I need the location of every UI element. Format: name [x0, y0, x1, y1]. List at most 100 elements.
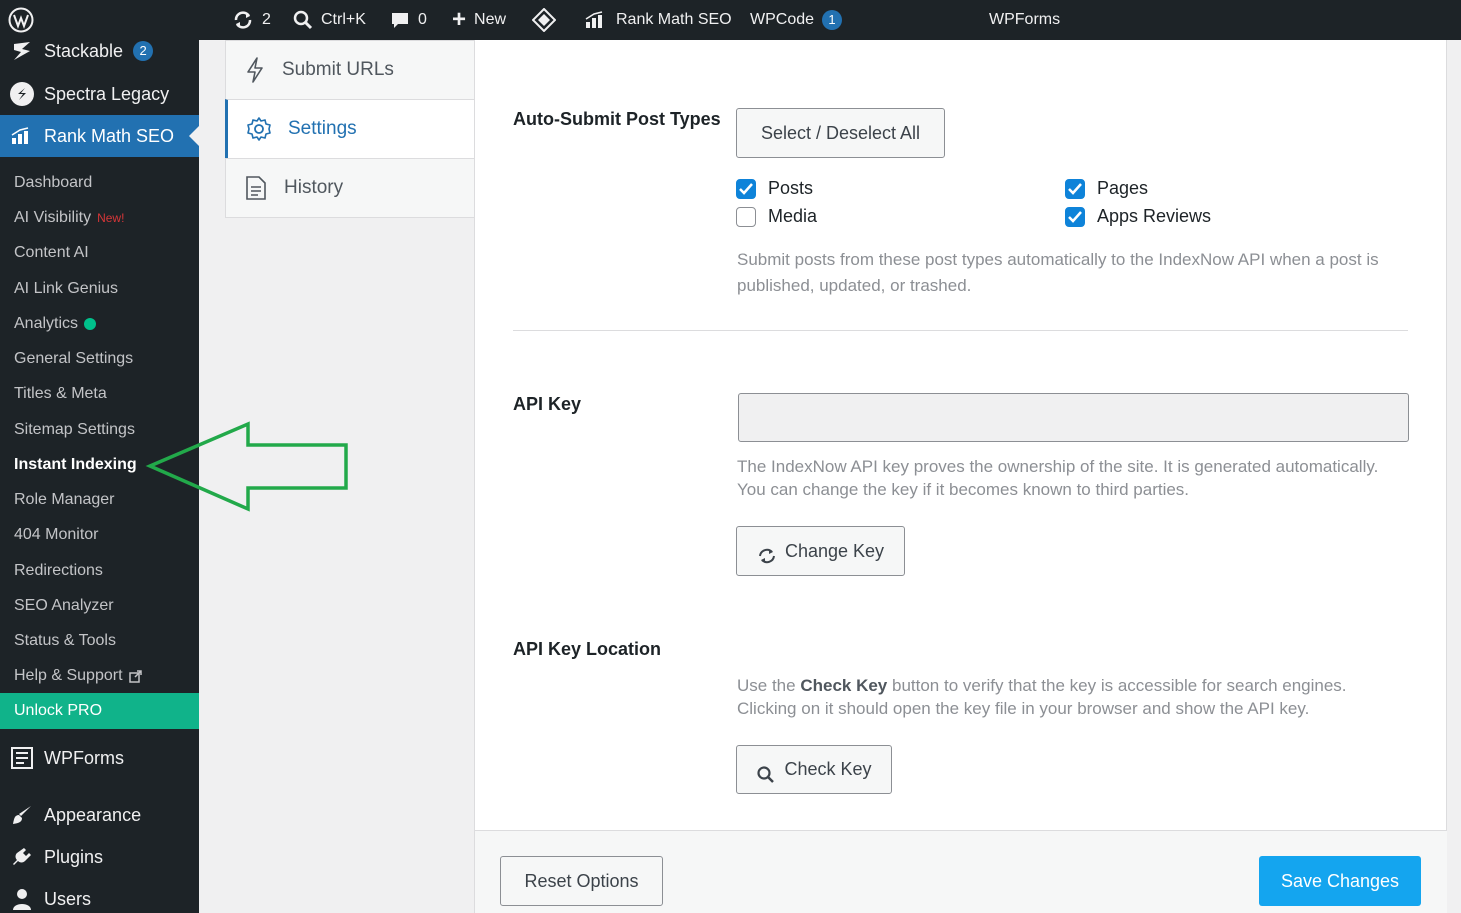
submenu-general-settings[interactable]: General Settings [14, 350, 133, 368]
submenu-instant-indexing[interactable]: Instant Indexing [14, 456, 137, 474]
tab-settings[interactable]: Settings [225, 99, 475, 159]
tab-submit-urls[interactable]: Submit URLs [225, 40, 475, 100]
submenu-404-monitor[interactable]: 404 Monitor [14, 526, 99, 544]
wpforms-label: WPForms [989, 11, 1061, 28]
comment-icon [392, 13, 408, 28]
submenu-status-tools[interactable]: Status & Tools [14, 632, 116, 650]
check-key-button[interactable]: Check Key [736, 745, 892, 794]
tab-label: History [284, 177, 344, 198]
checkbox[interactable] [1065, 178, 1085, 199]
checkbox-label: Pages [1097, 178, 1149, 198]
post-type-pages[interactable]: Pages [1065, 178, 1148, 199]
refresh-icon [758, 548, 775, 564]
stackable-badge: 2 [133, 41, 154, 61]
rank-math-menu[interactable]: Rank Math SEO [584, 0, 732, 40]
submenu-label: AI Visibility [14, 209, 92, 226]
submenu-label: Instant Indexing [14, 456, 137, 473]
menu-label-rank-math: Rank Math SEO [44, 125, 175, 146]
button-label: Select / Deselect All [760, 122, 921, 143]
search-icon [293, 10, 313, 30]
comments-link[interactable]: 0 [390, 0, 427, 40]
checkmark-icon [1068, 182, 1082, 195]
desc-text: Use the [737, 676, 796, 695]
wpcode-label: WPCode [750, 11, 815, 28]
api-key-input[interactable] [738, 393, 1409, 442]
submenu-label: SEO Analyzer [14, 597, 114, 614]
checkbox[interactable] [1065, 206, 1085, 227]
menu-item-users[interactable]: Users [0, 878, 199, 913]
rank-math-icon [585, 11, 603, 28]
menu-item-spectra[interactable]: Spectra Legacy [0, 73, 199, 115]
post-type-media[interactable]: Media [736, 206, 817, 227]
document-icon [246, 176, 266, 200]
search-shortcut[interactable]: Ctrl+K [293, 0, 366, 40]
submenu-content-ai[interactable]: Content AI [14, 244, 89, 262]
menu-item-rank-math[interactable]: Rank Math SEO [0, 115, 199, 157]
menu-label-stackable: Stackable [44, 40, 124, 61]
lightning-icon [247, 57, 263, 83]
plus-icon: + [452, 6, 467, 33]
save-changes-button[interactable]: Save Changes [1259, 856, 1421, 906]
post-type-posts[interactable]: Posts [736, 178, 813, 199]
plug-icon [10, 845, 34, 869]
submenu-analytics[interactable]: Analytics [14, 315, 97, 333]
menu-item-appearance[interactable]: Appearance [0, 794, 199, 836]
new-content-link[interactable]: + New [452, 0, 506, 40]
new-tag: New! [97, 211, 125, 225]
api-key-location-label: API Key Location [513, 639, 662, 659]
unlock-pro-link[interactable]: Unlock PRO [0, 693, 199, 729]
tab-history[interactable]: History [225, 158, 475, 218]
submenu-dashboard[interactable]: Dashboard [14, 174, 92, 192]
wpcode-badge: 1 [822, 10, 843, 30]
stackable-icon [10, 39, 34, 63]
diamond-icon[interactable] [532, 0, 556, 40]
submenu-label: AI Link Genius [14, 280, 119, 297]
submenu-label: Redirections [14, 562, 103, 579]
submenu-label: Sitemap Settings [14, 421, 135, 438]
post-type-apps-reviews[interactable]: Apps Reviews [1065, 206, 1211, 227]
current-menu-pointer [189, 126, 199, 146]
submenu-help-support[interactable]: Help & Support [14, 667, 142, 685]
checkbox[interactable] [736, 206, 756, 227]
submenu-ai-visibility[interactable]: AI Visibility New! [14, 209, 124, 227]
search-shortcut-label: Ctrl+K [321, 11, 366, 28]
submenu-role-manager[interactable]: Role Manager [14, 491, 115, 509]
reset-options-button[interactable]: Reset Options [500, 856, 663, 906]
api-key-label: API Key [513, 394, 582, 414]
menu-label-appearance: Appearance [44, 804, 142, 825]
menu-item-wpforms[interactable]: WPForms [0, 737, 199, 779]
annotation-arrow-icon [145, 421, 348, 512]
spectra-icon [10, 82, 34, 106]
unlock-pro-label: Unlock PRO [14, 702, 103, 719]
wpforms-icon [10, 746, 34, 770]
menu-item-plugins[interactable]: Plugins [0, 836, 199, 878]
updates-link[interactable]: 2 [232, 0, 271, 40]
checkbox[interactable] [736, 178, 756, 199]
submenu-ai-link-genius[interactable]: AI Link Genius [14, 280, 118, 298]
api-key-location-description: Use the Check Key button to verify that … [737, 674, 1407, 720]
submenu-label: Role Manager [14, 491, 115, 508]
submenu-label: General Settings [14, 350, 134, 367]
submenu-label: Analytics [14, 315, 79, 332]
paintbrush-icon [10, 803, 34, 827]
admin-bar: 2 Ctrl+K 0 + New Rank Math SEO WPCode 1 … [0, 0, 1461, 40]
select-deselect-all-button[interactable]: Select / Deselect All [736, 108, 945, 158]
submenu-label: Status & Tools [14, 632, 116, 649]
button-label: Reset Options [524, 870, 639, 891]
button-label: Change Key [784, 540, 885, 561]
submenu-titles-meta[interactable]: Titles & Meta [14, 385, 107, 403]
wpcode-menu[interactable]: WPCode 1 [750, 0, 843, 40]
comments-count: 0 [418, 11, 427, 28]
submenu-redirections[interactable]: Redirections [14, 562, 103, 580]
button-label: Save Changes [1280, 870, 1400, 891]
menu-item-stackable[interactable]: Stackable 2 [0, 30, 199, 72]
submenu-label: Dashboard [14, 174, 93, 191]
submenu-seo-analyzer[interactable]: SEO Analyzer [14, 597, 114, 615]
checkbox-label: Posts [768, 178, 814, 198]
checkbox-label: Apps Reviews [1097, 206, 1212, 226]
change-key-button[interactable]: Change Key [736, 526, 905, 576]
submenu-sitemap-settings[interactable]: Sitemap Settings [14, 421, 135, 439]
wpforms-menu[interactable]: WPForms [989, 0, 1060, 40]
menu-label-spectra: Spectra Legacy [44, 83, 170, 104]
user-icon [10, 887, 34, 911]
